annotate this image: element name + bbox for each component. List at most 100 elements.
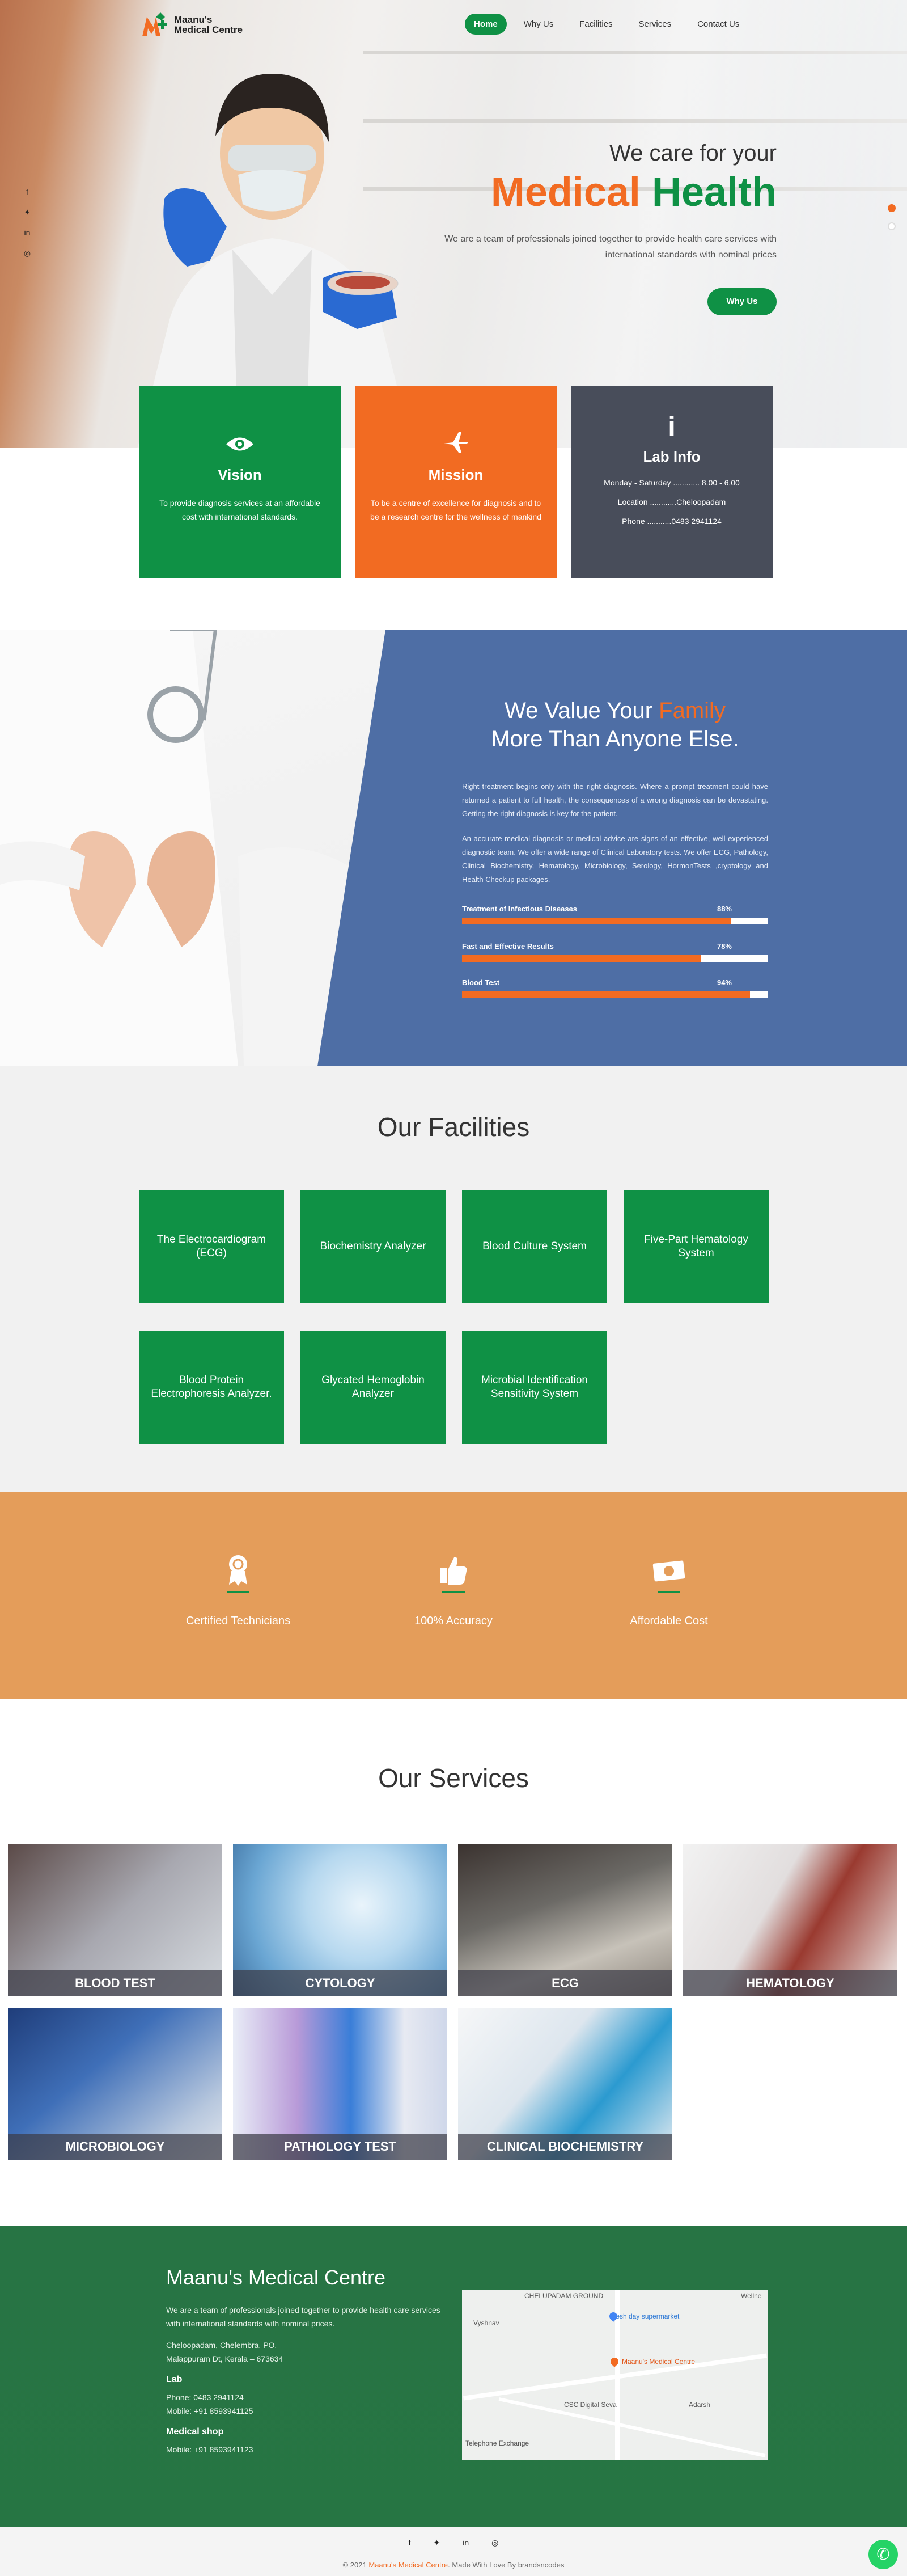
value-title-c: More Than Anyone Else.	[491, 727, 739, 751]
footer-address-2: Malappuram Dt, Kerala – 673634	[166, 2354, 283, 2363]
linkedin-icon[interactable]: in	[23, 228, 32, 237]
facility-card[interactable]: Biochemistry Analyzer	[300, 1190, 446, 1303]
footer-social: f ✦ in ◎	[0, 2538, 907, 2548]
footer-lab-heading: Lab	[166, 2375, 183, 2384]
skill-pct: 78%	[717, 942, 732, 951]
linkedin-icon[interactable]: in	[463, 2538, 469, 2548]
site-logo[interactable]: Maanu's Medical Centre	[139, 9, 243, 41]
service-caption: CLINICAL BIOCHEMISTRY	[458, 2134, 672, 2160]
skill-bar: Treatment of Infectious Diseases 88%	[462, 905, 768, 924]
map-road	[498, 2397, 766, 2457]
lab-hours: Monday - Saturday ............ 8.00 - 6.…	[604, 478, 740, 487]
nav-why-us[interactable]: Why Us	[515, 14, 563, 35]
whatsapp-icon[interactable]: ✆	[868, 2540, 898, 2569]
stats-band: Certified Technicians 100% Accuracy Affo…	[0, 1492, 907, 1699]
value-title: We Value Your Family More Than Anyone El…	[459, 696, 771, 753]
service-card-hematology[interactable]: HEMATOLOGY	[683, 1844, 897, 1996]
skill-track	[462, 918, 768, 924]
hero-title: Medical Health	[491, 169, 777, 216]
stat-underline	[658, 1591, 680, 1593]
mission-card: Mission To be a centre of excellence for…	[355, 386, 557, 578]
service-caption: CYTOLOGY	[233, 1970, 447, 1996]
service-card-microbiology[interactable]: MICROBIOLOGY	[8, 2008, 222, 2160]
slider-dot[interactable]	[888, 204, 896, 212]
facility-card[interactable]: Blood Protein Electrophoresis Analyzer.	[139, 1331, 284, 1444]
mission-title: Mission	[428, 466, 484, 483]
service-caption: PATHOLOGY TEST	[233, 2134, 447, 2160]
why-us-button[interactable]: Why Us	[707, 288, 777, 315]
facility-card[interactable]: Five-Part Hematology System	[624, 1190, 769, 1303]
slider-dot[interactable]	[888, 222, 896, 230]
location-map[interactable]: CHELUPADAM GROUND Fresh day supermarket …	[462, 2290, 768, 2460]
lab-info-card: i Lab Info Monday - Saturday ...........…	[571, 386, 773, 578]
twitter-icon[interactable]: ✦	[434, 2538, 440, 2548]
facility-card[interactable]: The Electrocardiogram (ECG)	[139, 1190, 284, 1303]
mission-text: To be a centre of excellence for diagnos…	[370, 499, 541, 521]
social-sidebar: f ✦ in ◎	[23, 187, 32, 257]
hero-section: Maanu's Medical Centre Home Why Us Facil…	[0, 0, 907, 448]
footer-shop-mobile: Mobile: +91 8593941123	[166, 2445, 253, 2454]
lab-info-title: Lab Info	[643, 448, 701, 465]
service-caption: MICROBIOLOGY	[8, 2134, 222, 2160]
skill-track	[462, 991, 768, 998]
value-paragraph-1: Right treatment begins only with the rig…	[462, 782, 768, 818]
skill-track	[462, 955, 768, 962]
hero-overlay	[612, 0, 907, 448]
facilities-title-a: Our	[377, 1112, 421, 1142]
facebook-icon[interactable]: f	[23, 187, 32, 196]
info-boxes: Vision To provide diagnosis services at …	[139, 386, 773, 578]
map-label: Adarsh	[689, 2401, 711, 2409]
hero-scientist-image	[137, 74, 413, 448]
plane-icon	[355, 431, 557, 459]
hero-title-green: Health	[651, 170, 777, 215]
service-card-blood-test[interactable]: BLOOD TEST	[8, 1844, 222, 1996]
skill-bar: Blood Test 94%	[462, 978, 768, 998]
main-nav: Home Why Us Facilities Services Contact …	[465, 14, 748, 35]
skill-pct: 88%	[717, 905, 732, 913]
footer-lab-mobile: Mobile: +91 8593941125	[166, 2406, 253, 2415]
facility-card[interactable]: Glycated Hemoglobin Analyzer	[300, 1331, 446, 1444]
copyright-credit: . Made With Love By brandsncodes	[448, 2561, 565, 2569]
map-label: CSC Digital Seva	[564, 2401, 617, 2409]
service-caption: ECG	[458, 1970, 672, 1996]
logo-name-line2: Medical Centre	[174, 24, 243, 35]
service-card-ecg[interactable]: ECG	[458, 1844, 672, 1996]
facebook-icon[interactable]: f	[409, 2538, 411, 2548]
nav-facilities[interactable]: Facilities	[570, 14, 621, 35]
value-paragraph-2: An accurate medical diagnosis or medical…	[462, 834, 768, 884]
info-icon: i	[668, 412, 676, 442]
stat-item: 100% Accuracy	[368, 1554, 539, 1628]
twitter-icon[interactable]: ✦	[23, 208, 32, 217]
nav-services[interactable]: Services	[630, 14, 681, 35]
service-card-clinical-biochemistry[interactable]: CLINICAL BIOCHEMISTRY	[458, 2008, 672, 2160]
slider-dots	[888, 204, 896, 230]
nav-home[interactable]: Home	[465, 14, 507, 35]
facilities-title: Our Facilities	[0, 1112, 907, 1142]
copyright-brand-link[interactable]: Maanu's Medical Centre	[368, 2561, 448, 2569]
stat-underline	[227, 1591, 249, 1593]
nav-contact-us[interactable]: Contact Us	[688, 14, 748, 35]
footer-tint	[0, 2226, 907, 2527]
stat-item: Affordable Cost	[584, 1554, 754, 1628]
value-title-family: Family	[659, 698, 726, 723]
value-title-a: We Value Your	[505, 698, 659, 723]
instagram-icon[interactable]: ◎	[23, 248, 32, 257]
instagram-icon[interactable]: ◎	[491, 2538, 498, 2548]
service-card-cytology[interactable]: CYTOLOGY	[233, 1844, 447, 1996]
service-card-pathology-test[interactable]: PATHOLOGY TEST	[233, 2008, 447, 2160]
footer-lab-phone: Phone: 0483 2941124	[166, 2393, 244, 2402]
facility-card[interactable]: Microbial Identification Sensitivity Sys…	[462, 1331, 607, 1444]
facility-card[interactable]: Blood Culture System	[462, 1190, 607, 1303]
map-label: Vyshnav	[473, 2319, 499, 2327]
eye-icon	[139, 431, 341, 459]
footer: Maanu's Medical Centre We are a team of …	[0, 2226, 907, 2527]
copyright: © 2021 Maanu's Medical Centre. Made With…	[0, 2561, 907, 2569]
lab-location: Location ............Cheloopadam	[617, 497, 726, 506]
footer-address-1: Cheloopadam, Chelembra. PO,	[166, 2341, 277, 2350]
bottom-bar: f ✦ in ◎ © 2021 Maanu's Medical Centre. …	[0, 2527, 907, 2576]
thumbs-up-icon	[368, 1554, 539, 1586]
vision-text: To provide diagnosis services at an affo…	[159, 499, 320, 521]
money-icon	[584, 1554, 754, 1586]
stat-underline	[442, 1591, 465, 1593]
stat-label: Certified Technicians	[185, 1615, 291, 1627]
